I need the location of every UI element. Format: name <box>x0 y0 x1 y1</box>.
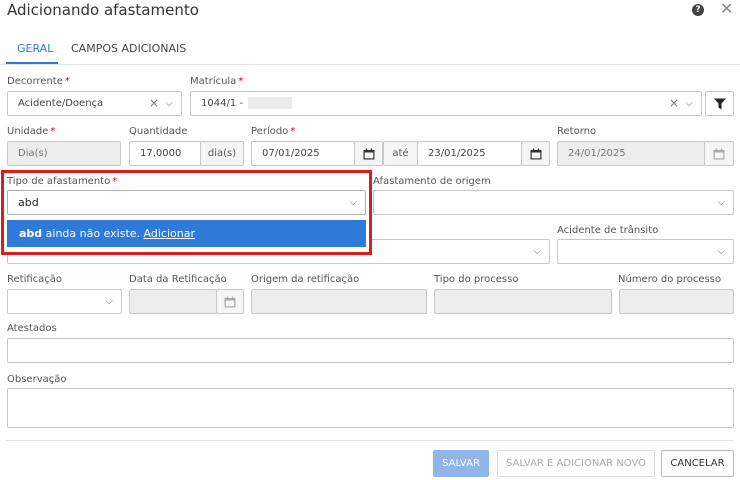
calendar-button-start[interactable] <box>354 141 383 166</box>
numero-processo-label: Número do processo <box>618 274 722 285</box>
chevron-down-icon[interactable]: ⌵ <box>717 191 725 214</box>
footer-divider <box>6 440 734 441</box>
afastamento-origem-label: Afastamento de origem <box>373 176 491 187</box>
quantidade-input[interactable]: 17,0000 <box>129 141 201 166</box>
atestados-label: Atestados <box>7 323 57 334</box>
save-button[interactable]: SALVAR <box>433 450 489 477</box>
acidente-transito-select[interactable]: ⌵ <box>557 239 734 264</box>
chevron-down-icon[interactable]: ⌵ <box>685 92 693 115</box>
retorno-field: 24/01/2025 <box>557 141 705 166</box>
calendar-button-end[interactable] <box>521 141 550 166</box>
save-and-new-button[interactable]: SALVAR E ADICIONAR NOVO <box>497 450 655 477</box>
periodo-start-input[interactable]: 07/01/2025 <box>251 141 355 166</box>
atestados-input[interactable] <box>7 338 734 363</box>
calendar-button-retificacao <box>216 289 244 314</box>
quantidade-unit: dia(s) <box>200 141 244 166</box>
calendar-icon <box>530 148 541 159</box>
decorrente-value: Acidente/Doença <box>18 98 104 109</box>
retificacao-label: Retificação <box>7 274 63 285</box>
unidade-label: Unidade * <box>7 126 56 137</box>
redacted-block <box>248 97 293 109</box>
acidente-transito-label: Acidente de trânsito <box>557 225 659 236</box>
periodo-label: Período * <box>251 126 296 137</box>
calendar-icon <box>713 148 725 159</box>
matricula-select[interactable]: 1044/1 - × ⌵ <box>190 91 702 116</box>
observacao-label: Observação <box>7 374 67 385</box>
help-icon[interactable]: ? <box>692 4 704 16</box>
data-retificacao-field <box>129 289 217 314</box>
matricula-label: Matrícula * <box>190 76 244 87</box>
quantidade-label: Quantidade <box>129 126 188 137</box>
filter-icon <box>713 98 726 109</box>
clear-icon[interactable]: × <box>669 92 679 115</box>
numero-processo-field <box>619 289 734 314</box>
afastamento-origem-select[interactable]: ⌵ <box>373 190 734 215</box>
matricula-value: 1044/1 - <box>201 98 243 109</box>
periodo-separator: até <box>383 141 418 166</box>
retorno-label: Retorno <box>557 126 597 137</box>
data-retificacao-label: Data da Retificação <box>129 274 227 285</box>
cancel-button[interactable]: CANCELAR <box>661 450 734 477</box>
calendar-icon <box>224 296 236 307</box>
chevron-down-icon[interactable]: ⌵ <box>165 92 173 115</box>
retificacao-select[interactable]: ⌵ <box>7 289 122 314</box>
origem-retificacao-field <box>251 289 427 314</box>
decorrente-label: Decorrente * <box>7 76 70 87</box>
tabs-divider <box>0 64 740 65</box>
chevron-down-icon[interactable]: ⌵ <box>533 240 541 263</box>
chevron-down-icon[interactable]: ⌵ <box>105 290 113 313</box>
tab-campos-adicionais[interactable]: CAMPOS ADICIONAIS <box>71 42 186 55</box>
origem-retificacao-label: Origem da retificação <box>251 274 360 285</box>
chevron-down-icon[interactable]: ⌵ <box>717 240 725 263</box>
calendar-button-retorno <box>704 141 734 166</box>
periodo-end-input[interactable]: 23/01/2025 <box>417 141 522 166</box>
tipo-processo-field <box>434 289 612 314</box>
calendar-icon <box>363 148 374 159</box>
decorrente-select[interactable]: Acidente/Doença × ⌵ <box>7 91 182 116</box>
unidade-field: Dia(s) <box>7 141 121 166</box>
tipo-processo-label: Tipo do processo <box>434 274 519 285</box>
clear-icon[interactable]: × <box>149 92 159 115</box>
highlight-box-overlay <box>1 170 372 255</box>
filter-button[interactable] <box>705 91 734 116</box>
close-icon[interactable]: ✕ <box>720 1 733 17</box>
dialog-title: Adicionando afastamento <box>7 1 199 19</box>
tab-geral[interactable]: GERAL <box>17 42 53 55</box>
observacao-textarea[interactable] <box>7 388 734 428</box>
